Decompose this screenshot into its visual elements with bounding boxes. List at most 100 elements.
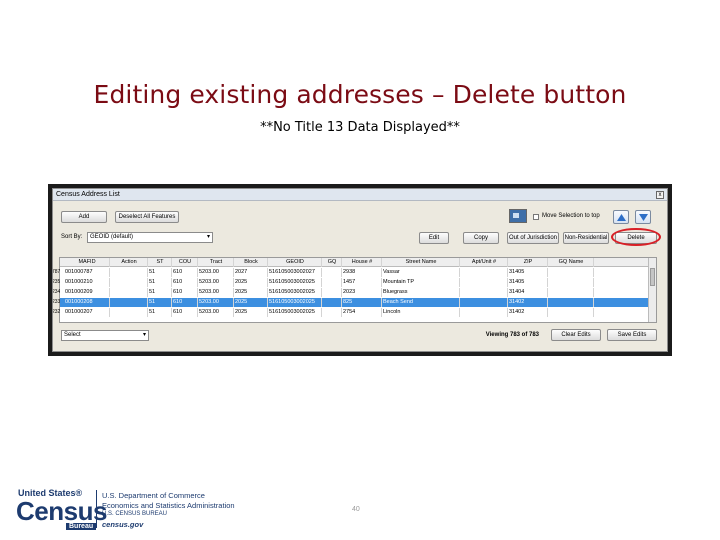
- table-cell: 516105003002025: [268, 278, 322, 287]
- table-cell: 516105003002025: [268, 308, 322, 317]
- address-table: MAFID Action ST COU Tract Block GEOID GQ House #…: [59, 257, 657, 323]
- map-view-icon[interactable]: [509, 209, 527, 223]
- edit-button[interactable]: Edit: [419, 232, 449, 244]
- dept-line-1: U.S. Department of Commerce: [102, 491, 205, 500]
- vertical-scrollbar[interactable]: [648, 258, 656, 322]
- table-cell: 2025: [234, 278, 268, 287]
- table-cell: 2025: [234, 288, 268, 297]
- bottom-select-value: Select: [64, 332, 81, 338]
- table-row[interactable]: 001000207 51 610 5203.00 2025 516105003002025…: [60, 308, 656, 317]
- sort-by-select[interactable]: GEOID (default) ▾: [87, 232, 213, 243]
- table-row[interactable]: 001000210 51 610 5203.00 2025 516105003002025…: [60, 278, 656, 287]
- copy-button[interactable]: Copy: [463, 232, 499, 244]
- logo-bureau: Bureau: [66, 523, 97, 530]
- table-cell: 31402: [508, 298, 548, 307]
- column-header[interactable]: Action: [110, 258, 148, 267]
- table-cell: 51: [148, 298, 172, 307]
- column-header[interactable]: House #: [342, 258, 382, 267]
- column-header[interactable]: GQ Name: [548, 258, 594, 267]
- window-title: Census Address List: [56, 191, 120, 198]
- dept-line-3: U.S. CENSUS BUREAU: [102, 511, 168, 517]
- deselect-all-features-button[interactable]: Deselect All Features: [115, 211, 179, 223]
- table-row[interactable]: 001000209 51 610 5203.00 2025 516105003002025…: [60, 288, 656, 297]
- clear-edits-button[interactable]: Clear Edits: [551, 329, 601, 341]
- table-header: MAFID Action ST COU Tract Block GEOID GQ House #…: [60, 258, 656, 267]
- chevron-down-icon: ▾: [206, 234, 210, 240]
- scrollbar-thumb[interactable]: [650, 268, 655, 286]
- column-header[interactable]: GEOID: [268, 258, 322, 267]
- column-header[interactable]: Block: [234, 258, 268, 267]
- table-cell: 31405: [508, 268, 548, 277]
- table-cell: 516105003002025: [268, 288, 322, 297]
- table-cell: 001000210: [64, 278, 110, 287]
- table-cell: 001000209: [64, 288, 110, 297]
- table-cell: [322, 298, 342, 307]
- table-cell: 5203.00: [198, 268, 234, 277]
- table-cell: 5203.00: [198, 298, 234, 307]
- move-down-button[interactable]: [635, 210, 651, 224]
- delete-highlight-ring: [611, 228, 661, 246]
- table-row[interactable]: 001000787 51 610 5203.00 2027 516105003002027…: [60, 268, 656, 277]
- table-cell: [322, 268, 342, 277]
- table-cell: [110, 268, 148, 277]
- dept-line-2: Economics and Statistics Administration: [102, 501, 235, 510]
- column-header[interactable]: Tract: [198, 258, 234, 267]
- row-number: 235: [52, 279, 60, 285]
- table-cell: 610: [172, 308, 198, 317]
- out-of-jurisdiction-button[interactable]: Out of Jurisdiction: [507, 232, 559, 244]
- column-header[interactable]: COU: [172, 258, 198, 267]
- table-cell: Mountain TP: [382, 278, 460, 287]
- column-header[interactable]: MAFID: [64, 258, 110, 267]
- arrow-up-icon: [617, 214, 626, 221]
- table-cell: 001000208: [64, 298, 110, 307]
- add-button[interactable]: Add: [61, 211, 107, 223]
- column-header[interactable]: Apt/Unit #: [460, 258, 508, 267]
- viewing-count: Viewing 783 of 783: [485, 332, 539, 338]
- table-row-selected[interactable]: 001000208 51 610 5203.00 2025 516105003002025…: [60, 298, 656, 307]
- slide-subtitle: **No Title 13 Data Displayed**: [260, 120, 460, 135]
- table-cell: [110, 278, 148, 287]
- table-cell: 610: [172, 298, 198, 307]
- table-cell: 610: [172, 278, 198, 287]
- table-cell: 5203.00: [198, 308, 234, 317]
- table-cell: [460, 278, 508, 287]
- table-cell: [460, 288, 508, 297]
- table-cell: [110, 308, 148, 317]
- table-cell: 610: [172, 268, 198, 277]
- table-cell: Vassar: [382, 268, 460, 277]
- census-address-list-window: Census Address List x Add Deselect All F…: [52, 188, 668, 352]
- table-cell: 001000787: [64, 268, 110, 277]
- table-cell: 516105003002027: [268, 268, 322, 277]
- move-up-button[interactable]: [613, 210, 629, 224]
- column-header[interactable]: ZIP: [508, 258, 548, 267]
- table-cell: Lincoln: [382, 308, 460, 317]
- table-cell: 51: [148, 288, 172, 297]
- sort-by-label: Sort By:: [61, 234, 83, 240]
- table-cell: [322, 308, 342, 317]
- bottom-select[interactable]: Select ▾: [61, 330, 149, 341]
- move-selection-to-top-checkbox[interactable]: [533, 214, 539, 220]
- table-cell: 825: [342, 298, 382, 307]
- page-number: 40: [352, 506, 360, 513]
- screenshot-frame: Census Address List x Add Deselect All F…: [48, 184, 672, 356]
- table-cell: [460, 298, 508, 307]
- arrow-down-icon: [639, 214, 648, 221]
- non-residential-button[interactable]: Non-Residential: [563, 232, 609, 244]
- table-cell: 516105003002025: [268, 298, 322, 307]
- row-number: 232: [52, 309, 60, 315]
- column-header[interactable]: GQ: [322, 258, 342, 267]
- table-cell: 2754: [342, 308, 382, 317]
- table-cell: 2027: [234, 268, 268, 277]
- table-cell: [548, 298, 594, 307]
- table-cell: 2023: [342, 288, 382, 297]
- column-header[interactable]: Street Name: [382, 258, 460, 267]
- save-edits-button[interactable]: Save Edits: [607, 329, 657, 341]
- close-icon[interactable]: x: [656, 191, 664, 199]
- row-number: 233: [52, 299, 60, 305]
- row-number: 234: [52, 289, 60, 295]
- table-cell: 31402: [508, 308, 548, 317]
- window-titlebar: Census Address List x: [53, 189, 667, 201]
- column-header[interactable]: ST: [148, 258, 172, 267]
- table-cell: [110, 288, 148, 297]
- table-cell: [322, 278, 342, 287]
